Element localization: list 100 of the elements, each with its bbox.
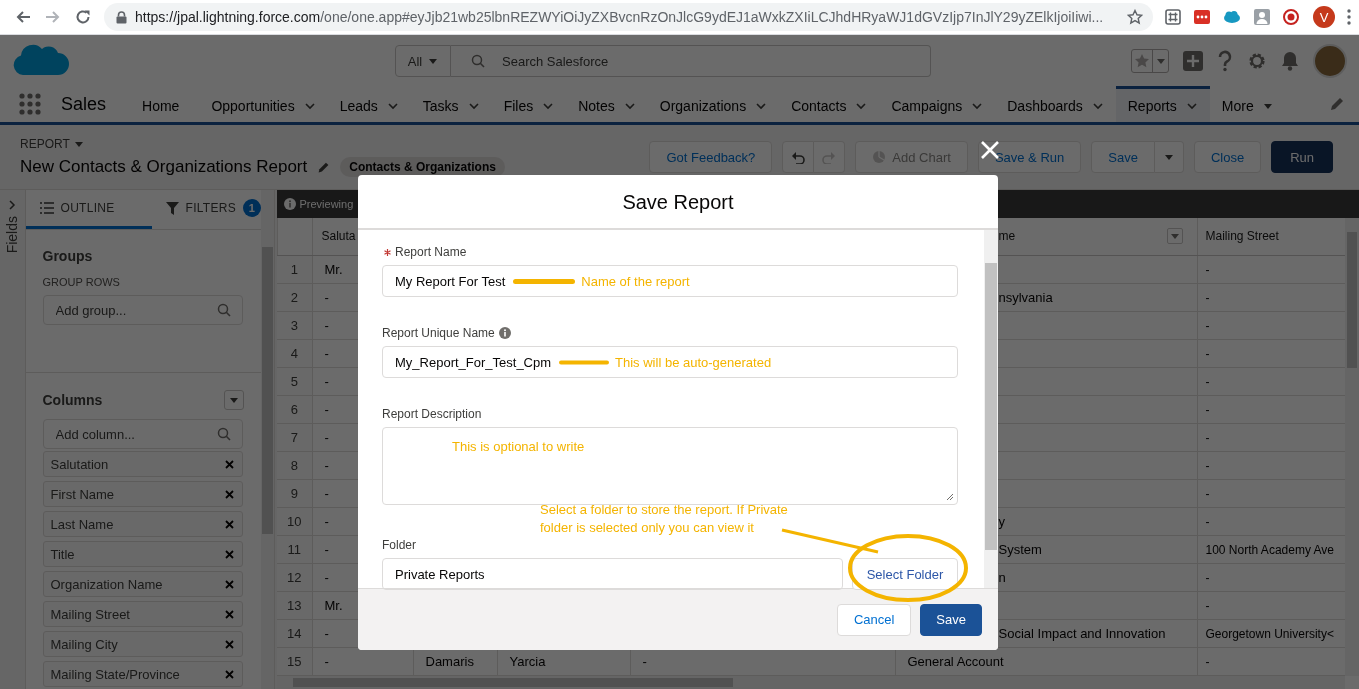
row-number: 5 <box>277 367 312 396</box>
nav-tab[interactable]: Tasks <box>410 86 492 122</box>
user-avatar[interactable] <box>1313 43 1347 78</box>
back-arrow-icon[interactable] <box>15 9 31 25</box>
reload-icon[interactable] <box>75 9 91 25</box>
save-button[interactable]: Save <box>1091 141 1155 173</box>
nav-tab[interactable]: Notes <box>566 86 648 122</box>
annotation-text: This is optional to write <box>452 439 585 454</box>
nav-tab[interactable]: More <box>1209 86 1293 122</box>
column-chip[interactable]: Mailing State/Province <box>42 661 243 687</box>
text-field[interactable]: My Report For Test Name of the report <box>382 265 958 297</box>
column-chip[interactable]: Salutation <box>42 451 243 477</box>
select-folder-button[interactable]: Select Folder <box>852 558 958 590</box>
field-label: Folder <box>382 538 416 552</box>
row-number: 10 <box>277 507 312 536</box>
add-column-field[interactable]: Add column... <box>42 419 243 449</box>
forward-arrow-icon[interactable] <box>45 9 61 25</box>
list-icon <box>39 202 54 214</box>
row-number: 12 <box>277 563 312 592</box>
columns-menu-button[interactable] <box>224 390 245 410</box>
app-launcher-icon[interactable] <box>19 93 41 115</box>
record-extension-icon[interactable] <box>1283 9 1299 25</box>
notification-bell-icon[interactable] <box>1281 50 1299 71</box>
run-button[interactable]: Run <box>1271 141 1333 173</box>
nav-tab[interactable]: Home <box>130 86 200 122</box>
bookmark-star-icon[interactable] <box>1127 9 1143 25</box>
edit-pencil-icon[interactable] <box>317 160 331 174</box>
remove-icon[interactable] <box>224 669 234 679</box>
column-chip[interactable]: Organization Name <box>42 571 243 597</box>
row-number: 9 <box>277 479 312 508</box>
nav-tab[interactable]: Files <box>491 86 567 122</box>
search-icon <box>216 427 231 441</box>
cloud-extension-icon[interactable] <box>1223 10 1241 24</box>
remove-icon[interactable] <box>224 609 234 619</box>
panel-tab[interactable]: OUTLINE <box>25 190 152 229</box>
count-badge: 1 <box>243 199 262 217</box>
column-chip[interactable]: First Name <box>42 481 243 507</box>
caret-down-icon <box>229 395 240 405</box>
row-number: 14 <box>277 619 312 648</box>
row-number: 1 <box>277 255 312 284</box>
help-icon[interactable] <box>1217 49 1233 72</box>
column-menu-button[interactable] <box>1166 228 1183 245</box>
search-field[interactable]: Search Salesforce <box>451 45 931 77</box>
remove-icon[interactable] <box>224 459 234 469</box>
text-field[interactable]: My_Report_For_Test_Cpm This will be auto-generated <box>382 346 958 378</box>
column-header[interactable]: Mailing Street <box>1205 229 1345 244</box>
toolbar-button[interactable]: Close <box>1193 141 1262 173</box>
nav-tab[interactable]: Organizations <box>647 86 780 122</box>
add-icon[interactable] <box>1183 50 1203 71</box>
info-icon <box>283 197 296 210</box>
nav-tab[interactable]: Reports <box>1115 86 1210 122</box>
column-chip[interactable]: Last Name <box>42 511 243 537</box>
report-type-badge: Contacts & Organizations <box>340 157 505 177</box>
panel-tab[interactable]: FILTERS 1 <box>151 190 262 229</box>
save-menu-button[interactable] <box>1154 141 1184 173</box>
remove-icon[interactable] <box>224 579 234 589</box>
section-title: Groups <box>42 248 93 264</box>
fields-toggle[interactable]: Fields <box>4 216 21 254</box>
column-chip[interactable]: Mailing Street <box>42 601 243 627</box>
search-icon <box>471 54 485 68</box>
remove-icon[interactable] <box>224 639 234 649</box>
star-icon <box>1134 52 1150 69</box>
nav-tab[interactable]: Contacts <box>779 86 880 122</box>
search-scope-dropdown[interactable]: All <box>395 45 451 77</box>
caret-down-icon <box>428 56 439 66</box>
report-title: New Contacts & Organizations Report <box>20 157 308 177</box>
description-field[interactable]: This is optional to write <box>382 427 958 505</box>
menu-icon[interactable] <box>1347 9 1351 25</box>
app-name: Sales <box>61 93 107 115</box>
folder-field[interactable]: Private Reports <box>382 558 843 590</box>
nav-tab[interactable]: Leads <box>327 86 411 122</box>
save-button[interactable]: Save <box>920 603 982 636</box>
dots-extension-icon[interactable] <box>1194 9 1210 25</box>
nav-tab[interactable]: Dashboards <box>995 86 1116 122</box>
object-type-menu[interactable]: REPORT <box>20 137 505 151</box>
cancel-button[interactable]: Cancel <box>836 603 912 636</box>
column-chip[interactable]: Mailing City <box>42 631 243 657</box>
edit-pencil-icon[interactable] <box>1329 96 1345 112</box>
toolbar-button[interactable]: Got Feedback? <box>649 141 773 173</box>
row-number: 2 <box>277 283 312 312</box>
undo-button[interactable] <box>782 141 815 173</box>
chevron-right-icon[interactable] <box>8 200 17 210</box>
remove-icon[interactable] <box>224 489 234 499</box>
remove-icon[interactable] <box>224 549 234 559</box>
nav-tab[interactable]: Opportunities <box>199 86 328 122</box>
row-number: 13 <box>277 591 312 620</box>
favorites-button[interactable] <box>1131 48 1169 73</box>
column-chip[interactable]: Title <box>42 541 243 567</box>
section-title: Columns <box>42 392 103 408</box>
caret-down-icon <box>73 139 84 149</box>
resize-handle[interactable] <box>946 493 954 501</box>
grid-extension-icon[interactable] <box>1165 9 1181 25</box>
preview-notice: Previewing <box>299 197 354 210</box>
nav-tab[interactable]: Campaigns <box>879 86 996 122</box>
column-header[interactable]: me <box>998 228 1197 245</box>
remove-icon[interactable] <box>224 519 234 529</box>
profile-avatar[interactable]: V <box>1313 6 1335 28</box>
add-group-field[interactable]: Add group... <box>42 295 243 325</box>
dialog-title: Save Report <box>622 190 734 214</box>
person-extension-icon[interactable] <box>1254 9 1270 25</box>
